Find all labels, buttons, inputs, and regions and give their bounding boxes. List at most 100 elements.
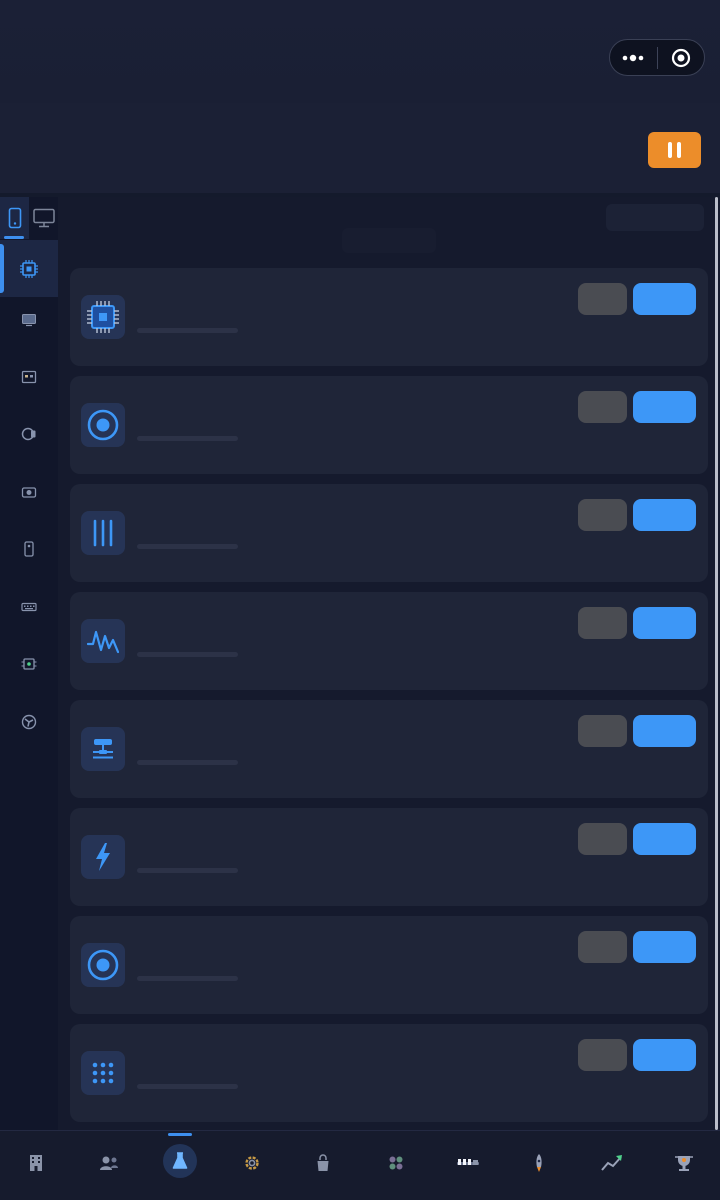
- phone-small-icon: [24, 540, 34, 557]
- flask-icon: [172, 1152, 188, 1169]
- tab-boost[interactable]: [519, 1143, 559, 1183]
- sidebar-item-phone[interactable]: [0, 520, 58, 577]
- fan-icon: [21, 714, 37, 729]
- bag-icon: [317, 1154, 329, 1171]
- record-circle-icon: [87, 409, 119, 441]
- sidebar-item-cpu[interactable]: [0, 240, 58, 297]
- sidebar-item-keyboard[interactable]: [0, 578, 58, 635]
- test-card[interactable]: [70, 484, 708, 582]
- mini-program-capsule: [609, 39, 705, 76]
- vertical-bars-icon: [93, 519, 113, 547]
- rocket-icon: [536, 1154, 542, 1172]
- more-dots-icon: [622, 54, 644, 61]
- device-toggle: [0, 197, 58, 239]
- pause-button[interactable]: [648, 132, 701, 168]
- cpu-chip-icon: [87, 301, 119, 333]
- test-card[interactable]: [70, 700, 708, 798]
- test-icon-box: [81, 403, 125, 447]
- primary-action-button[interactable]: [633, 823, 696, 855]
- device-toggle-phone[interactable]: [0, 197, 29, 239]
- secondary-action-button[interactable]: [578, 607, 627, 639]
- sliders-icon: [93, 739, 113, 759]
- test-name-placeholder: [137, 868, 238, 873]
- primary-action-button[interactable]: [633, 607, 696, 639]
- test-card[interactable]: [70, 592, 708, 690]
- sidebar-item-circuit[interactable]: [0, 635, 58, 692]
- tab-features[interactable]: [376, 1143, 416, 1183]
- sidebar-item-camera-lens[interactable]: [0, 405, 58, 462]
- record-circle-icon: [87, 949, 119, 981]
- scrollbar[interactable]: [715, 197, 718, 1130]
- keyboard-icon: [21, 602, 37, 611]
- display-icon: [22, 313, 36, 326]
- test-name-placeholder: [137, 652, 238, 657]
- test-name-placeholder: [137, 1084, 238, 1089]
- test-name-placeholder: [137, 436, 238, 441]
- tab-building[interactable]: [16, 1143, 56, 1183]
- test-icon-box: [81, 835, 125, 879]
- secondary-action-button[interactable]: [578, 1039, 627, 1071]
- primary-action-button[interactable]: [633, 715, 696, 747]
- secondary-action-button[interactable]: [578, 715, 627, 747]
- test-name-placeholder: [137, 328, 238, 333]
- secondary-action-button[interactable]: [578, 283, 627, 315]
- section-pill: [342, 228, 436, 253]
- monitor-icon: [32, 208, 55, 228]
- tab-lab[interactable]: [163, 1144, 197, 1178]
- test-icon-box: [81, 619, 125, 663]
- active-tab-indicator: [168, 1133, 192, 1136]
- building-icon: [30, 1155, 42, 1171]
- test-card[interactable]: [70, 808, 708, 906]
- primary-action-button[interactable]: [633, 499, 696, 531]
- test-icon-box: [81, 511, 125, 555]
- sidebar-item-camera[interactable]: [0, 463, 58, 520]
- test-card[interactable]: [70, 376, 708, 474]
- test-name-placeholder: [137, 976, 238, 981]
- test-name-placeholder: [137, 760, 238, 765]
- tab-shop[interactable]: [303, 1143, 343, 1183]
- primary-action-button[interactable]: [633, 283, 696, 315]
- toolbar-pill[interactable]: [606, 204, 704, 231]
- lightning-icon: [96, 843, 110, 871]
- close-button[interactable]: [657, 40, 704, 75]
- primary-action-button[interactable]: [633, 391, 696, 423]
- level-meter-icon: [457, 1159, 479, 1165]
- waveform-icon: [87, 630, 119, 654]
- sidebar-item-display[interactable]: [0, 291, 58, 348]
- device-toggle-monitor[interactable]: [29, 197, 58, 239]
- secondary-action-button[interactable]: [578, 391, 627, 423]
- test-icon-box: [81, 295, 125, 339]
- cpu-chip-icon: [20, 259, 38, 278]
- bottom-tab-bar: [0, 1130, 720, 1200]
- sidebar-item-screen[interactable]: [0, 348, 58, 405]
- primary-action-button[interactable]: [633, 931, 696, 963]
- camera-icon: [21, 486, 37, 498]
- target-circle-icon: [671, 48, 690, 67]
- pause-icon: [677, 142, 681, 158]
- phone-icon: [8, 207, 21, 229]
- dot-grid-icon: [92, 1062, 114, 1084]
- test-icon-box: [81, 727, 125, 771]
- primary-action-button[interactable]: [633, 1039, 696, 1071]
- page-header: [0, 103, 720, 193]
- tab-benchmark[interactable]: [448, 1143, 488, 1183]
- secondary-action-button[interactable]: [578, 931, 627, 963]
- test-card[interactable]: [70, 268, 708, 366]
- gear-icon: [245, 1156, 259, 1170]
- secondary-action-button[interactable]: [578, 499, 627, 531]
- tab-settings[interactable]: [232, 1143, 272, 1183]
- tab-trend[interactable]: [592, 1143, 632, 1183]
- test-name-placeholder: [137, 544, 238, 549]
- trophy-icon: [675, 1156, 693, 1171]
- tab-ranking[interactable]: [664, 1143, 704, 1183]
- test-card[interactable]: [70, 1024, 708, 1122]
- camera-lens-icon: [21, 427, 36, 440]
- test-card[interactable]: [70, 916, 708, 1014]
- tab-users[interactable]: [89, 1143, 129, 1183]
- sidebar-item-fan[interactable]: [0, 693, 58, 750]
- trend-chart-icon: [601, 1155, 622, 1171]
- flower-icon: [389, 1156, 403, 1170]
- secondary-action-button[interactable]: [578, 823, 627, 855]
- users-icon: [100, 1156, 118, 1170]
- more-button[interactable]: [610, 40, 657, 75]
